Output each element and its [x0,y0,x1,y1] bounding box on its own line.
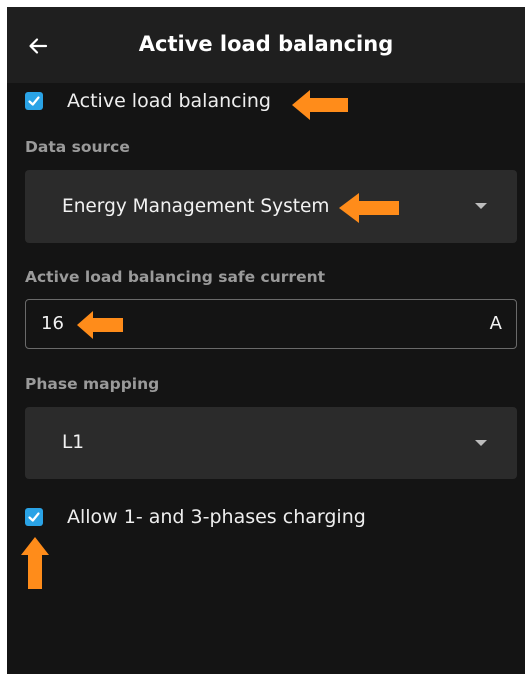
phase-mapping-value: L1 [62,432,85,453]
active-load-balancing-label: Active load balancing [67,90,271,112]
phase-mapping-select[interactable]: L1 [25,407,517,479]
allow-phases-checkbox[interactable] [25,508,43,526]
phase-mapping-label: Phase mapping [25,375,160,393]
safe-current-unit: A [489,313,502,334]
page-title: Active load balancing [138,32,394,56]
app-bar: Active load balancing [7,7,525,83]
annotation-arrow-left [77,311,123,339]
checkmark-icon [28,96,40,106]
active-load-balancing-row[interactable]: Active load balancing [25,89,271,113]
chevron-down-icon [475,203,487,209]
allow-phases-row[interactable]: Allow 1- and 3-phases charging [25,505,366,529]
active-load-balancing-checkbox[interactable] [25,92,43,110]
settings-screen: Active load balancing Active load balanc… [7,7,525,674]
chevron-down-icon [475,440,487,446]
annotation-arrow-left [292,90,348,120]
checkmark-icon [28,512,40,522]
data-source-select[interactable]: Energy Management System [25,170,517,243]
annotation-arrow-left [339,193,399,223]
data-source-value: Energy Management System [62,196,330,217]
safe-current-label: Active load balancing safe current [25,268,326,286]
annotation-arrow-up [21,537,49,589]
data-source-label: Data source [25,138,130,156]
allow-phases-label: Allow 1- and 3-phases charging [67,506,366,528]
safe-current-value[interactable]: 16 [41,300,64,348]
